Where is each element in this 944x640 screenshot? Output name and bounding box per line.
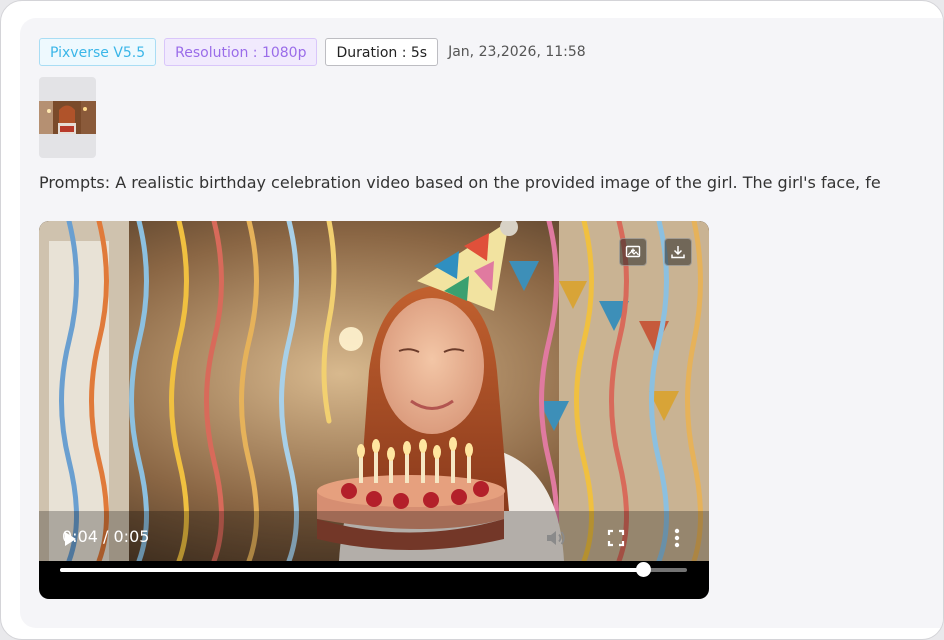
- progress-bar[interactable]: [60, 562, 687, 577]
- time-display: 0:04 / 0:05: [62, 527, 150, 546]
- download-icon: [671, 246, 685, 259]
- fullscreen-button[interactable]: [602, 524, 630, 552]
- thumbnail-image: [39, 101, 96, 134]
- prompt-text: Prompts: A realistic birthday celebratio…: [39, 173, 881, 192]
- fullscreen-icon: [607, 529, 625, 547]
- resolution-tag: Resolution : 1080p: [164, 38, 318, 66]
- progress-fill: [60, 568, 644, 572]
- tag-row: Pixverse V5.5 Resolution : 1080p Duratio…: [39, 37, 586, 67]
- source-image-thumbnail[interactable]: [39, 77, 96, 158]
- model-tag: Pixverse V5.5: [39, 38, 157, 66]
- volume-button[interactable]: [542, 524, 570, 552]
- more-options-button[interactable]: [665, 524, 689, 552]
- video-frame: [39, 221, 709, 561]
- progress-knob[interactable]: [636, 562, 652, 577]
- app-window: Pixverse V5.5 Resolution : 1080p Duratio…: [0, 0, 944, 640]
- generation-timestamp: Jan, 23,2026, 11:58: [448, 44, 586, 60]
- download-button[interactable]: [664, 238, 692, 266]
- add-image-button[interactable]: [619, 238, 647, 266]
- volume-icon: [547, 531, 565, 545]
- add-image-icon: [625, 245, 641, 258]
- more-options-icon: [674, 528, 680, 548]
- duration-tag: Duration : 5s: [325, 38, 439, 66]
